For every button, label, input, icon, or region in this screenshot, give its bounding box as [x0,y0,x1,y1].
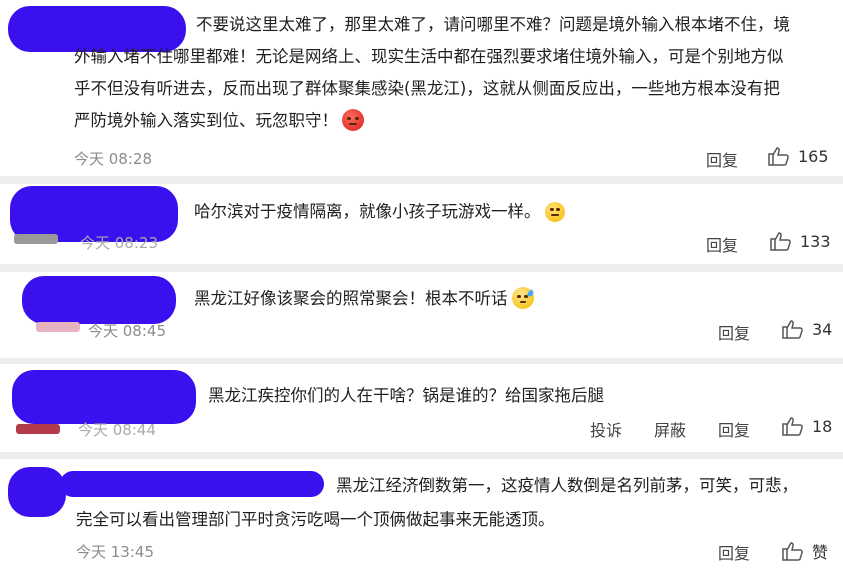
separator [0,452,843,459]
thumbs-up-icon [782,542,803,561]
separator [0,176,843,184]
comment-line: 乎不但没有听进去，反而出现了群体聚集感染(黑龙江)，这就从侧面反应出，一些地方根… [74,79,780,98]
like-label: 赞 [812,543,829,562]
like-button[interactable]: 赞 [782,539,828,563]
like-count: 133 [800,231,831,251]
comment-3: 黑龙江好像该聚会的照常聚会！根本不听话 今天 08:45 回复 34 [0,272,843,364]
comment-line: 不要说这里太难了，那里太难了，请问哪里不难？问题是境外输入根本堵不住，境 [196,15,790,34]
thumbs-up-icon [782,320,803,339]
like-button[interactable]: 18 [782,416,832,436]
comment-line-text: 严防境外输入落实到位、玩忽职守！ [74,111,338,130]
like-count: 34 [812,319,833,339]
sweat-face-emoji [511,287,535,309]
comment-line: 黑龙江疾控你们的人在干啥？锅是谁的？给国家拖后腿 [208,386,604,405]
shrug-emoji [544,202,565,222]
comment-line: 严防境外输入落实到位、玩忽职守！ [74,106,364,136]
like-button[interactable]: 34 [782,319,832,339]
reply-button[interactable]: 回复 [706,147,738,171]
comment-line-text: 黑龙江好像该聚会的照常聚会！根本不听话 [194,289,508,308]
comment-line: 外输入堵不住哪里都难！无论是网络上、现实生活中都在强烈要求堵住境外输入，可是个别… [74,47,784,66]
angry-face-emoji [342,109,364,131]
report-button[interactable]: 投诉 [590,417,622,441]
reply-button[interactable]: 回复 [706,232,738,256]
avatar [16,424,60,434]
comment-1: 不要说这里太难了，那里太难了，请问哪里不难？问题是境外输入根本堵不住，境 外输入… [0,0,843,180]
thumbs-up-icon [770,232,791,251]
avatar [36,322,80,332]
comment-5: 黑龙江经济倒数第一，这疫情人数倒是名列前茅，可笑，可悲， 完全可以看出管理部门平… [0,459,843,575]
redacted-username [12,370,196,424]
comment-line-text: 哈尔滨对于疫情隔离，就像小孩子玩游戏一样。 [194,202,541,221]
separator [0,264,843,272]
thumbs-up-icon [768,147,789,166]
comment-2: 哈尔滨对于疫情隔离，就像小孩子玩游戏一样。 今天 08:23 回复 133 [0,184,843,264]
comment-time: 今天 08:28 [74,150,152,168]
like-button[interactable]: 133 [770,231,831,251]
like-count: 165 [798,146,829,166]
comment-line: 哈尔滨对于疫情隔离，就像小孩子玩游戏一样。 [194,197,565,227]
reply-button[interactable]: 回复 [718,417,750,441]
redacted-username [22,276,176,324]
comment-line: 黑龙江经济倒数第一，这疫情人数倒是名列前茅，可笑，可悲， [336,476,798,495]
like-button[interactable]: 165 [768,146,829,166]
like-count: 18 [812,416,833,436]
block-button[interactable]: 屏蔽 [654,417,686,441]
comment-line: 黑龙江好像该聚会的照常聚会！根本不听话 [194,284,535,314]
redacted-username [60,471,324,497]
comment-4: 黑龙江疾控你们的人在干啥？锅是谁的？给国家拖后腿 今天 08:44 投诉 屏蔽 … [0,364,843,456]
avatar [14,234,58,244]
thumbs-up-icon [782,417,803,436]
comment-time: 今天 13:45 [76,543,154,561]
comment-time: 今天 08:45 [88,322,166,340]
reply-button[interactable]: 回复 [718,540,750,564]
reply-button[interactable]: 回复 [718,320,750,344]
comment-line: 完全可以看出管理部门平时贪污吃喝一个顶俩做起事来无能透顶。 [76,510,555,529]
redacted-avatar [8,467,66,517]
comment-time: 今天 08:23 [80,234,158,252]
comment-time: 今天 08:44 [78,421,156,439]
